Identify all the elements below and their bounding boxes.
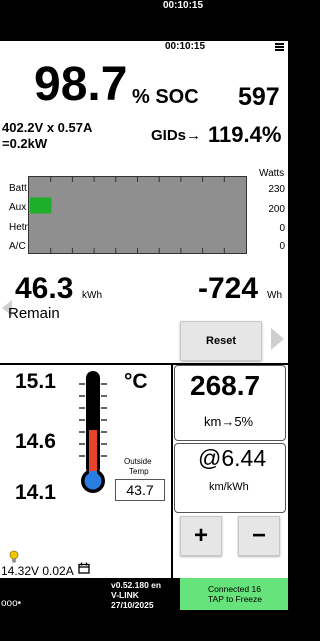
pack-power: =0.2kW [2,136,48,151]
soc-value: 98.7 [34,58,128,111]
power-bar-panel [28,176,247,254]
range-subtitle: km→5% [204,414,254,429]
top-status-bar: 00:10:15 [0,0,288,41]
outside-temp-label-1: Outside [124,457,152,466]
watts-ac: 0 [279,241,285,252]
device-label: V-LINK [111,590,139,600]
watts-aux: 200 [268,204,285,215]
bulb-icon [9,550,19,563]
thermometer-icon [79,371,107,493]
gids-pct-value: 119.4% [208,122,282,147]
outside-temp-value: 43.7 [115,479,165,501]
watts-header: Watts [259,168,285,179]
version-label: v0.52.180 en [111,580,162,590]
bar-panel-background [29,177,246,253]
remain-value: 46.3 [15,272,74,305]
calendar-icon[interactable] [78,562,90,574]
connection-status-line1: Connected 16 [208,584,261,594]
trip-energy-value: -724 [198,272,259,305]
app-screen: 00:10:15 00:10:15 98.7 % SOC 597 402.2V … [0,0,288,641]
range-value: 268.7 [190,370,261,401]
date-label: 27/10/2025 [111,600,154,610]
right-arrow-icon[interactable] [268,326,286,352]
watts-batt: 230 [268,184,285,195]
page-indicator-dots: ooo• [1,598,22,609]
soc-unit: % SOC [132,86,199,108]
remain-label: Remain [8,305,60,322]
column-divider [171,365,173,578]
efficiency-unit: km/kWh [209,481,249,493]
aux-battery-status: 14.32V 0.02A [1,564,74,578]
hamburger-menu-icon[interactable] [275,43,284,51]
gids-pct-label: GIDs→ [151,127,202,144]
plus-button[interactable]: + [180,516,222,556]
outside-temp-label-2: Temp [129,467,149,476]
reset-button[interactable]: Reset [180,321,262,361]
temp-unit: °C [124,370,148,393]
temp-top: 15.1 [15,370,56,393]
trip-energy-unit: Wh [267,290,282,301]
watts-hetr: 0 [279,223,285,234]
efficiency-value: @6.44 [198,445,267,471]
remain-unit: kWh [82,290,102,301]
row-label-aux: Aux [9,202,27,213]
row-label-hetr: Hetr [9,222,28,233]
connection-status-line2: TAP to Freeze [208,594,263,604]
row-label-batt: Batt [9,183,27,194]
temp-mid: 14.6 [15,430,56,453]
minus-button[interactable]: − [238,516,280,556]
aux-power-bar [30,197,52,214]
row-label-ac: A/C [9,241,26,252]
clock-label: 00:10:15 [165,41,206,52]
clock: 00:10:15 [163,0,204,11]
temp-bottom: 14.1 [15,481,56,504]
power-bar-grid [29,177,246,253]
gids-value: 597 [238,83,280,111]
pack-voltage-current: 402.2V x 0.57A [2,120,93,135]
